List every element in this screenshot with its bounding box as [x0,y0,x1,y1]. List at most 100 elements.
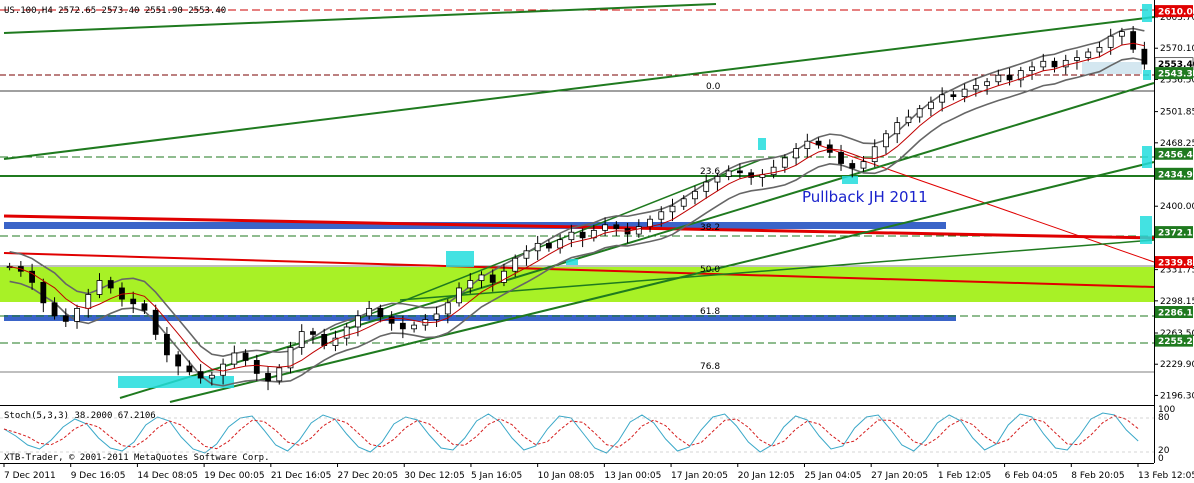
pullback-annotation: Pullback JH 2011 [802,188,928,206]
candle-body [85,294,92,309]
price-tag-label: 2255.28 [1158,337,1194,347]
candle-body [411,324,417,330]
candle-body [366,307,373,317]
candle-body [298,331,305,348]
stoch-header: Stoch(5,3,3) 38.2000 67.2106 [4,411,156,421]
candle-body [478,274,485,281]
candle-body [74,307,80,322]
y-tick-label: 2229.90 [1160,360,1194,370]
time-axis: 7 Dec 2011 9 Dec 16:05 14 Dec 08:05 19 Dec … [3,463,1194,481]
fib-label-50: 50.0 [700,265,720,275]
candle-body [838,151,844,164]
candle-body [1119,31,1125,37]
candle-body [894,122,901,135]
x-tick-label: 25 Jan 04:05 [804,471,861,481]
candle-body [186,365,193,372]
candle-body [1006,74,1013,81]
candle-body [1040,60,1047,68]
candle-body [107,280,114,289]
y-tick-label: 2400.00 [1160,202,1194,212]
chart-canvas: 0.0 23.6 38.2 50.0 61.8 76.8 Pullback JH… [0,0,1194,481]
candle-body [647,218,653,228]
x-tick-label: 14 Dec 08:05 [137,471,198,481]
candle-body [175,354,182,367]
candle-body [849,163,856,169]
cyan-marker-7 [1140,216,1152,244]
candle-body [40,281,47,304]
fib-label-76: 76.8 [700,362,720,372]
candle-body [242,352,249,361]
x-tick-label: 13 Feb 12:05 [1138,471,1194,481]
candle-body [1130,31,1137,50]
y-tick-label: 2570.10 [1160,44,1194,54]
candle-body [928,101,934,110]
y-tick-label: 2196.30 [1160,391,1194,401]
candle-body [961,88,968,98]
green-demand-zone [0,267,1154,302]
candle-body [714,176,721,183]
fib-label-38: 38.2 [700,223,720,233]
candle-body [231,352,238,365]
stoch-tick-label: 80 [1158,413,1170,423]
candle-body [770,166,777,176]
candle-body [1096,46,1103,53]
candle-body [905,116,912,124]
candle-body [523,250,530,259]
fib-label-61: 61.8 [700,307,720,317]
price-tag-label: 2543.32 [1158,70,1194,80]
candle-body [265,373,271,382]
candle-body [669,205,676,213]
x-tick-label: 7 Dec 2011 [4,471,56,481]
candle-body [883,133,889,148]
y-tick-label: 2468.25 [1160,139,1194,149]
candle-body [602,224,608,231]
candle-body [355,315,361,328]
candle-body [388,316,395,324]
candle-body [658,211,665,220]
stoch-tick-label: 0 [1158,454,1164,464]
candle-body [399,322,406,330]
candle-body [310,331,316,335]
candle-body [916,108,923,118]
candle-body [781,157,788,168]
candle-body [680,198,687,207]
candle-body [433,313,440,320]
candle-body [444,302,451,315]
price-tag-label: 2286.11 [1158,309,1194,319]
y-tick-label: 2298.15 [1160,297,1194,307]
candle-body [635,226,642,235]
cyan-marker-low [118,376,234,388]
candle-body [972,85,979,90]
price-tag-label: 2610.05 [1158,8,1194,18]
cyan-marker-8 [1143,70,1151,80]
x-tick-label: 9 Dec 16:05 [71,471,126,481]
candle-body [939,94,946,103]
price-tag-label: 2372.14 [1158,229,1194,239]
cyan-marker-1 [446,251,474,267]
x-tick-label: 19 Dec 00:05 [204,471,265,481]
candle-body [703,181,710,192]
x-tick-label: 21 Dec 16:05 [271,471,332,481]
copyright-text: XTB-Trader, © 2001-2011 MetaQuotes Softw… [4,453,270,463]
candle-body [1107,35,1114,48]
candle-body [51,302,58,317]
x-tick-label: 8 Feb 20:05 [1071,471,1124,481]
x-tick-label: 5 Jan 16:05 [471,471,522,481]
candle-body [737,170,743,174]
stoch-axis: 10080200 [1158,405,1175,464]
candle-body [815,140,822,146]
cyan-marker-5 [1142,4,1152,22]
candle-body [692,190,698,200]
candle-body [860,161,867,169]
price-tag-label: 2456.48 [1158,150,1194,160]
main-plot-area [0,0,1154,405]
candle-body [613,224,620,229]
candle-body [1029,66,1035,71]
x-tick-label: 10 Jan 08:05 [538,471,595,481]
candle-body [950,94,957,98]
candle-body [1141,48,1148,65]
cyan-marker-4 [842,176,858,184]
y-tick-label: 2501.85 [1160,108,1194,118]
cyan-marker-top [1082,62,1142,74]
candle-body [871,146,878,163]
